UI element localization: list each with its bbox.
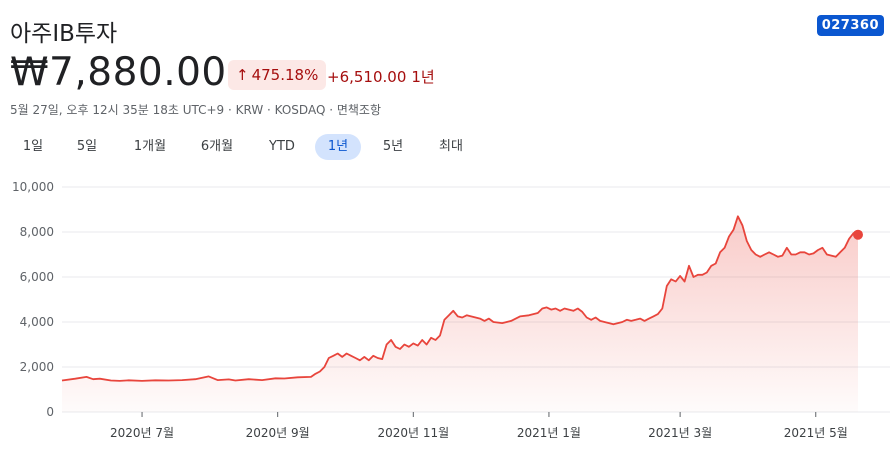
y-tick-label: 6,000	[20, 270, 54, 284]
x-tick-label: 2020년 7월	[110, 426, 174, 440]
change-absolute: +6,510.00 1년	[327, 66, 435, 87]
tab-1d[interactable]: 1일	[14, 134, 52, 160]
tab-max[interactable]: 최대	[429, 134, 473, 160]
tab-5y[interactable]: 5년	[374, 134, 412, 160]
x-tick-label: 2020년 11월	[377, 426, 449, 440]
change-percent-badge: ↑ 475.18%	[228, 60, 327, 90]
tab-ytd[interactable]: YTD	[261, 134, 303, 160]
change-period: 1년	[411, 68, 435, 86]
ticker-badge[interactable]: 027360	[816, 15, 884, 36]
current-price: ₩7,880.00	[10, 50, 227, 95]
x-tick-label: 2020년 9월	[246, 426, 310, 440]
current-price-marker	[853, 229, 863, 240]
x-tick-label: 2021년 5월	[784, 426, 848, 440]
x-tick-label: 2021년 3월	[648, 426, 712, 440]
x-axis: 2020년 7월 2020년 9월 2020년 11월 2021년 1월 2021년 3…	[110, 412, 848, 440]
y-tick-label: 10,000	[12, 180, 54, 194]
tab-1y[interactable]: 1년	[315, 134, 361, 160]
y-tick-label: 0	[46, 405, 54, 419]
tab-5d[interactable]: 5일	[68, 134, 106, 160]
price-area	[62, 216, 858, 412]
change-percent: 475.18%	[251, 66, 319, 84]
stock-name: 아주IB투자	[10, 21, 118, 47]
y-tick-label: 2,000	[20, 360, 54, 374]
change-amount: +6,510.00	[327, 68, 407, 86]
price-chart[interactable]: 02,0004,0006,0008,00010,000 2020년 7월 2020…	[0, 170, 896, 453]
tab-1m[interactable]: 1개월	[126, 134, 174, 160]
tab-6m[interactable]: 6개월	[193, 134, 241, 160]
x-tick-label: 2021년 1월	[517, 426, 581, 440]
y-tick-label: 8,000	[20, 225, 54, 239]
y-tick-label: 4,000	[20, 315, 54, 329]
quote-meta: 5월 27일, 오후 12시 35분 18초 UTC+9 · KRW · KOS…	[10, 103, 381, 117]
arrow-up-icon: ↑	[236, 66, 249, 84]
y-axis: 0 2,000 4,000 6,000 8,000 10,000	[12, 180, 54, 419]
